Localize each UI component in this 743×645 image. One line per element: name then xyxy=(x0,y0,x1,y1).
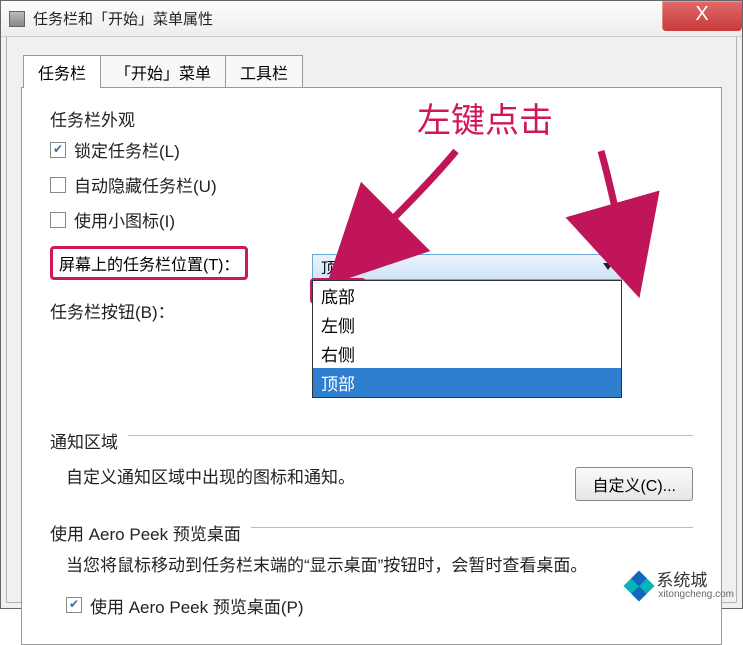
tab-startmenu[interactable]: 「开始」菜单 xyxy=(100,55,226,88)
watermark-url: xitongcheng.com xyxy=(658,589,734,600)
tab-taskbar[interactable]: 任务栏 xyxy=(23,55,101,88)
option-right[interactable]: 右侧 xyxy=(313,339,621,368)
watermark-logo-icon xyxy=(624,570,655,601)
titlebar: 任务栏和「开始」菜单属性 X xyxy=(1,1,742,37)
smallicons-label: 使用小图标(I) xyxy=(74,207,175,232)
lock-taskbar-checkbox[interactable] xyxy=(50,142,66,158)
option-left[interactable]: 左侧 xyxy=(313,310,621,339)
position-dropdown[interactable]: 顶部 xyxy=(312,254,622,280)
watermark-name: 系统城 xyxy=(656,572,734,589)
appearance-legend: 任务栏外观 xyxy=(50,106,693,131)
watermark: 系统城 xitongcheng.com xyxy=(628,572,734,600)
window-title: 任务栏和「开始」菜单属性 xyxy=(33,8,213,29)
annotation-text: 左键点击 xyxy=(417,93,553,142)
close-button[interactable]: X xyxy=(662,1,742,31)
position-listbox[interactable]: 底部 左侧 右侧 顶部 xyxy=(312,280,622,398)
tab-strip: 任务栏 「开始」菜单 工具栏 xyxy=(1,37,742,88)
option-bottom[interactable]: 底部 xyxy=(313,281,621,310)
option-top[interactable]: 顶部 xyxy=(313,368,621,397)
aero-checkbox[interactable] xyxy=(66,597,82,613)
dialog-window: 任务栏和「开始」菜单属性 X 任务栏 「开始」菜单 工具栏 任务栏外观 锁定任务… xyxy=(0,0,743,609)
position-label: 屏幕上的任务栏位置(T)： xyxy=(59,257,239,274)
autohide-label: 自动隐藏任务栏(U) xyxy=(74,172,217,197)
customize-button[interactable]: 自定义(C)... xyxy=(575,467,693,501)
aero-checkbox-label: 使用 Aero Peek 预览桌面(P) xyxy=(90,593,304,618)
aero-legend: 使用 Aero Peek 预览桌面 xyxy=(50,520,251,545)
aero-desc: 当您将鼠标移动到任务栏末端的“显示桌面”按钮时，会暂时查看桌面。 xyxy=(66,553,693,579)
tab-panel: 任务栏外观 锁定任务栏(L) 自动隐藏任务栏(U) 使用小图标(I) 屏幕上的任… xyxy=(21,87,722,645)
taskbar-buttons-label: 任务栏按钮(B)： xyxy=(50,298,175,323)
chevron-down-icon xyxy=(603,263,613,270)
app-icon xyxy=(9,11,25,27)
notify-desc: 自定义通知区域中出现的图标和通知。 xyxy=(66,465,355,491)
position-dropdown-value: 顶部 xyxy=(321,257,351,278)
tab-toolbars[interactable]: 工具栏 xyxy=(225,55,303,88)
smallicons-checkbox[interactable] xyxy=(50,212,66,228)
autohide-checkbox[interactable] xyxy=(50,177,66,193)
notify-legend: 通知区域 xyxy=(50,428,128,453)
lock-taskbar-label: 锁定任务栏(L) xyxy=(74,137,180,162)
position-label-highlight: 屏幕上的任务栏位置(T)： xyxy=(50,246,248,280)
